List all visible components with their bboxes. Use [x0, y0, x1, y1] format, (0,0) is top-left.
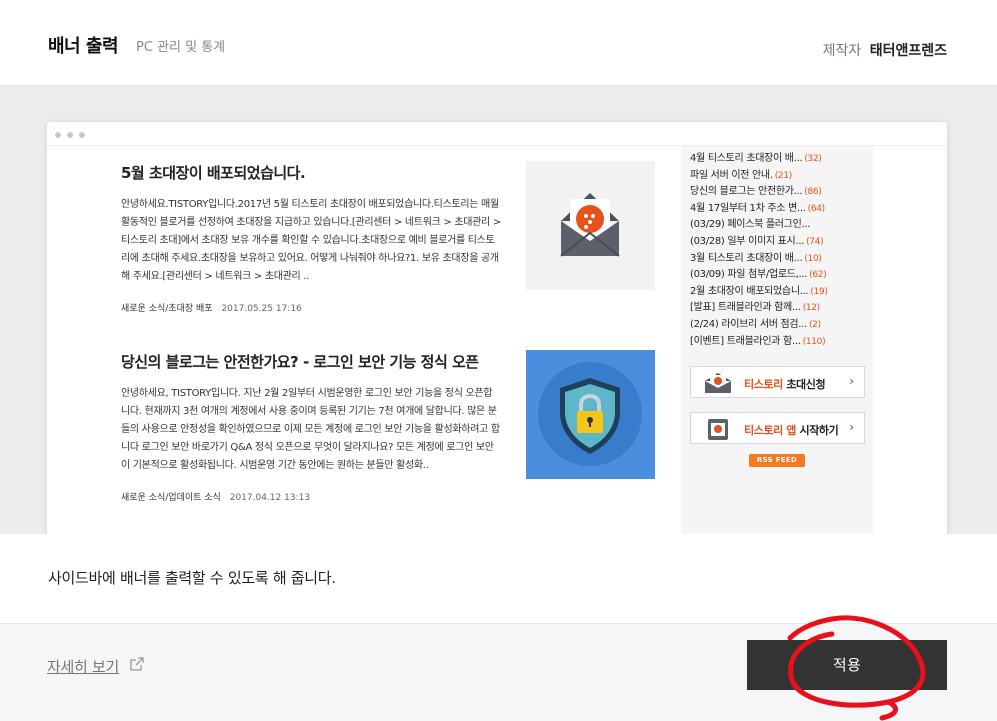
- maker-info: 제작자 태터앤프렌즈: [823, 40, 947, 60]
- post-item: 당신의 블로그는 안전한가요? - 로그인 보안 기능 정식 오픈 안녕하세요,…: [121, 351, 501, 503]
- list-item[interactable]: (03/29) 페이스북 플러그인...: [690, 217, 873, 234]
- envelope-icon: [560, 193, 620, 257]
- recent-posts-list: 4월 티스토리 초대장이 배... (32) 파일 서버 이전 안내. (21) 당…: [681, 146, 873, 350]
- post-item: 5월 초대장이 배포되었습니다. 안녕하세요.TISTORY입니다.2017년 …: [121, 162, 501, 314]
- chevron-right-icon: ›: [849, 420, 854, 434]
- invite-banner-text: 티스토리 초대신청: [744, 378, 826, 391]
- app-start-banner[interactable]: 티스토리 앱 시작하기 ›: [690, 412, 865, 444]
- post-category: 새로운 소식/초대장 배포: [121, 304, 213, 314]
- apply-button[interactable]: 적용: [747, 640, 947, 690]
- post-date: 2017.04.12 13:13: [229, 493, 311, 503]
- post-title: 5월 초대장이 배포되었습니다.: [121, 164, 306, 182]
- action-footer: 자세히 보기 적용: [0, 623, 997, 721]
- post-thumbnail-security: [526, 350, 655, 479]
- list-item[interactable]: (03/09) 파일 첨부/업로드,... (62): [690, 267, 873, 284]
- plugin-category: PC 관리 및 통계: [136, 40, 226, 55]
- browser-titlebar: [47, 122, 947, 146]
- rss-feed-badge[interactable]: RSS FEED: [749, 454, 805, 467]
- list-item[interactable]: (2/24) 라이브리 서버 점검... (2): [690, 317, 873, 334]
- post-meta: 새로운 소식/업데이트 소식 2017.04.12 13:13: [121, 490, 501, 503]
- list-item[interactable]: 3월 티스토리 초대장이 배... (10): [690, 251, 873, 268]
- post-title: 당신의 블로그는 안전한가요? - 로그인 보안 기능 정식 오픈: [121, 353, 479, 371]
- app-banner-text: 티스토리 앱 시작하기: [744, 424, 839, 437]
- chevron-right-icon: ›: [849, 374, 854, 388]
- post-date: 2017.05.25 17:16: [221, 304, 302, 314]
- plugin-description: 사이드바에 배너를 출력할 수 있도록 해 줍니다.: [48, 569, 336, 587]
- list-item[interactable]: [발표] 트래블라인과 함께... (12): [690, 300, 873, 317]
- maker-name: 태터앤프렌즈: [869, 43, 947, 59]
- preview-browser-window: 5월 초대장이 배포되었습니다. 안녕하세요.TISTORY입니다.2017년 …: [47, 122, 947, 534]
- plugin-title: 배너 출력: [48, 36, 119, 57]
- preview-sidebar: 4월 티스토리 초대장이 배... (32) 파일 서버 이전 안내. (21) 당…: [681, 146, 873, 534]
- preview-area: 5월 초대장이 배포되었습니다. 안녕하세요.TISTORY입니다.2017년 …: [0, 86, 997, 534]
- list-item[interactable]: (03/28) 일부 이미지 표시... (74): [690, 234, 873, 251]
- post-excerpt: 안녕하세요.TISTORY입니다.2017년 5월 티스토리 초대장이 배포되었…: [121, 199, 501, 282]
- maker-label: 제작자: [822, 43, 862, 59]
- list-item[interactable]: 4월 17일부터 1차 주소 변... (64): [690, 201, 873, 218]
- detail-link[interactable]: 자세히 보기: [47, 656, 119, 677]
- post-meta: 새로운 소식/초대장 배포 2017.05.25 17:16: [121, 301, 501, 314]
- window-dot-icon: [79, 132, 85, 138]
- post-excerpt: 안녕하세요, TISTORY입니다. 지난 2월 2일부터 시범운영한 로그인 …: [121, 388, 500, 471]
- window-dot-icon: [67, 132, 73, 138]
- post-thumbnail-envelope: [526, 161, 655, 290]
- shield-lock-icon: [538, 362, 642, 466]
- external-link-icon[interactable]: [130, 657, 144, 671]
- invite-request-banner[interactable]: 티스토리 초대신청 ›: [690, 366, 865, 398]
- list-item[interactable]: 파일 서버 이전 안내. (21): [690, 168, 873, 185]
- list-item[interactable]: [이벤트] 트래블라인과 함... (110): [690, 334, 873, 351]
- envelope-icon: [705, 373, 731, 393]
- window-dot-icon: [55, 132, 61, 138]
- list-item[interactable]: 당신의 블로그는 안전한가... (86): [690, 184, 873, 201]
- post-category: 새로운 소식/업데이트 소식: [121, 493, 221, 503]
- list-item[interactable]: 4월 티스토리 초대장이 배... (32): [690, 151, 873, 168]
- mobile-app-icon: [708, 419, 728, 440]
- plugin-header: 배너 출력 PC 관리 및 통계 제작자 태터앤프렌즈: [0, 0, 997, 86]
- list-item[interactable]: 2월 초대장이 배포되었습니... (19): [690, 284, 873, 301]
